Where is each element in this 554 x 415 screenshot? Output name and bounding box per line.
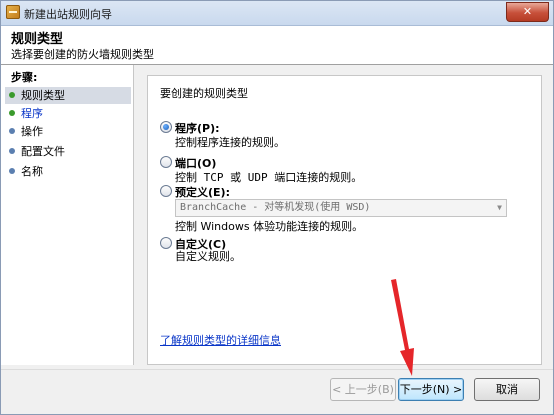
- step-bullet-icon: [9, 148, 15, 154]
- step-bullet-icon: [9, 92, 15, 98]
- radio-port[interactable]: [160, 156, 172, 168]
- rule-type-prompt: 要创建的规则类型: [160, 87, 248, 100]
- step-bullet-icon: [9, 128, 15, 134]
- page-subtitle: 选择要创建的防火墙规则类型: [11, 48, 154, 61]
- step-profile[interactable]: 配置文件: [5, 143, 131, 160]
- chevron-down-icon: ▼: [497, 203, 502, 212]
- option-description: 自定义规则。: [175, 250, 241, 263]
- radio-predefined[interactable]: [160, 185, 172, 197]
- step-label: 配置文件: [21, 145, 65, 158]
- option-description: 控制 Windows 体验功能连接的规则。: [175, 220, 364, 233]
- predefined-dropdown[interactable]: BranchCache - 对等机发现(使用 WSD) ▼: [175, 199, 507, 217]
- step-label: 规则类型: [21, 89, 65, 102]
- steps-heading: 步骤:: [11, 71, 38, 84]
- window-title: 新建出站规则向导: [24, 8, 112, 21]
- step-action[interactable]: 操作: [5, 123, 131, 140]
- step-label: 名称: [21, 165, 43, 178]
- title-bar[interactable]: 新建出站规则向导 ✕: [1, 1, 553, 26]
- step-label: 操作: [21, 125, 43, 138]
- rule-type-content: 要创建的规则类型 程序(P): 控制程序连接的规则。 端口(O) 控制 TCP …: [147, 75, 542, 365]
- step-program[interactable]: 程序: [5, 105, 131, 122]
- radio-program[interactable]: [160, 121, 172, 133]
- wizard-header: 规则类型 选择要创建的防火墙规则类型: [1, 26, 553, 65]
- option-description: 控制程序连接的规则。: [175, 136, 285, 149]
- step-rule-type[interactable]: 规则类型: [5, 87, 131, 104]
- step-label: 程序: [21, 107, 43, 120]
- learn-more-link[interactable]: 了解规则类型的详细信息: [160, 332, 281, 348]
- cancel-button[interactable]: 取消: [474, 378, 540, 401]
- option-description: 控制 TCP 或 UDP 端口连接的规则。: [175, 171, 363, 184]
- step-bullet-icon: [9, 168, 15, 174]
- close-button[interactable]: ✕: [506, 2, 549, 22]
- radio-custom[interactable]: [160, 237, 172, 249]
- footer-divider: [1, 369, 553, 370]
- dropdown-value: BranchCache - 对等机发现(使用 WSD): [180, 202, 371, 213]
- firewall-app-icon: [6, 5, 20, 19]
- next-button[interactable]: 下一步(N) >: [398, 378, 464, 401]
- page-title: 规则类型: [11, 32, 64, 47]
- option-label[interactable]: 预定义(E):: [175, 184, 230, 200]
- wizard-window: 新建出站规则向导 ✕ 规则类型 选择要创建的防火墙规则类型 步骤: 规则类型 程…: [0, 0, 554, 415]
- back-button[interactable]: < 上一步(B): [330, 378, 396, 401]
- step-name[interactable]: 名称: [5, 163, 131, 180]
- step-bullet-icon: [9, 110, 15, 116]
- steps-panel: 步骤: 规则类型 程序 操作 配置文件 名称: [1, 65, 134, 365]
